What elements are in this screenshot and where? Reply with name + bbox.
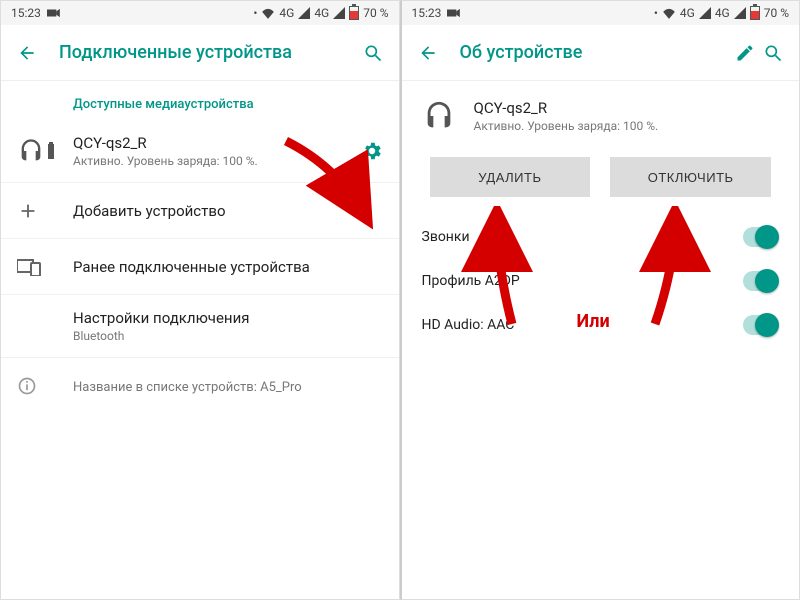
headphones-icon bbox=[17, 137, 45, 165]
signal-icon bbox=[699, 7, 711, 19]
add-device-label: Добавить устройство bbox=[73, 202, 383, 220]
status-4g-1: 4G bbox=[279, 6, 294, 20]
edit-button[interactable] bbox=[731, 39, 759, 67]
signal-icon-2 bbox=[734, 7, 746, 19]
app-bar: Подключенные устройства bbox=[1, 25, 399, 81]
dot-icon: • bbox=[253, 6, 257, 20]
camera-icon bbox=[47, 8, 61, 18]
switch-on-icon[interactable] bbox=[743, 271, 779, 291]
back-button[interactable] bbox=[13, 39, 41, 67]
arrow-back-icon bbox=[418, 43, 438, 63]
search-button[interactable] bbox=[759, 39, 787, 67]
toggle-hd-label: HD Audio: AAC bbox=[422, 317, 744, 333]
status-time: 15:23 bbox=[412, 6, 442, 20]
device-status: Активно. Уровень заряда: 100 %. bbox=[73, 154, 361, 168]
switch-on-icon[interactable] bbox=[743, 227, 779, 247]
devices-icon bbox=[17, 258, 41, 276]
connection-settings-label: Настройки подключения bbox=[73, 309, 383, 327]
headphones-icon bbox=[422, 99, 456, 133]
gear-icon bbox=[361, 140, 383, 162]
toggle-calls-label: Звонки bbox=[422, 229, 744, 245]
wifi-icon bbox=[261, 7, 275, 19]
device-name: QCY-qs2_R bbox=[474, 99, 659, 117]
app-bar: Об устройстве bbox=[402, 25, 800, 81]
previous-devices-row[interactable]: Ранее подключенные устройства bbox=[1, 239, 399, 295]
battery-icon bbox=[750, 6, 760, 20]
plus-icon bbox=[17, 200, 39, 222]
search-button[interactable] bbox=[359, 39, 387, 67]
arrow-back-icon bbox=[17, 43, 37, 63]
battery-icon bbox=[349, 6, 359, 20]
connection-settings-sub: Bluetooth bbox=[73, 329, 383, 343]
status-4g-1: 4G bbox=[680, 6, 695, 20]
signal-icon bbox=[298, 7, 310, 19]
footer-row: Название в списке устройств: A5_Pro bbox=[1, 358, 399, 414]
content-area: QCY-qs2_R Активно. Уровень заряда: 100 %… bbox=[402, 81, 800, 599]
search-icon bbox=[363, 43, 383, 63]
button-row: УДАЛИТЬ ОТКЛЮЧИТЬ bbox=[402, 143, 800, 215]
disconnect-button[interactable]: ОТКЛЮЧИТЬ bbox=[610, 157, 771, 197]
pencil-icon bbox=[735, 43, 755, 63]
camera-icon bbox=[447, 8, 461, 18]
signal-icon-2 bbox=[333, 7, 345, 19]
phone-left: 15:23 • 4G 4G 70 % Подключенные устройст… bbox=[0, 0, 400, 600]
search-icon bbox=[763, 43, 783, 63]
page-title: Об устройстве bbox=[460, 42, 732, 63]
content-area: Доступные медиаустройства QCY-qs2_R Акти… bbox=[1, 81, 399, 599]
status-bar: 15:23 • 4G 4G 70 % bbox=[402, 1, 800, 25]
delete-button[interactable]: УДАЛИТЬ bbox=[430, 157, 591, 197]
footer-text: Название в списке устройств: A5_Pro bbox=[73, 380, 383, 395]
toggle-a2dp[interactable]: Профиль A2DP bbox=[402, 259, 800, 303]
add-device-row[interactable]: Добавить устройство bbox=[1, 183, 399, 239]
section-available-media: Доступные медиаустройства bbox=[1, 81, 399, 120]
dot-icon: • bbox=[654, 6, 658, 20]
status-battery: 70 % bbox=[363, 6, 388, 20]
device-name: QCY-qs2_R bbox=[73, 134, 361, 152]
previous-devices-label: Ранее подключенные устройства bbox=[73, 258, 383, 276]
device-status: Активно. Уровень заряда: 100 %. bbox=[474, 119, 659, 133]
toggle-a2dp-label: Профиль A2DP bbox=[422, 273, 744, 289]
status-battery: 70 % bbox=[764, 6, 789, 20]
toggle-calls[interactable]: Звонки bbox=[402, 215, 800, 259]
status-bar: 15:23 • 4G 4G 70 % bbox=[1, 1, 399, 25]
back-button[interactable] bbox=[414, 39, 442, 67]
battery-full-icon bbox=[47, 142, 55, 160]
page-title: Подключенные устройства bbox=[59, 42, 359, 63]
toggle-hd-audio[interactable]: HD Audio: AAC bbox=[402, 303, 800, 347]
phone-right: 15:23 • 4G 4G 70 % Об устройстве bbox=[400, 0, 800, 600]
info-icon bbox=[17, 376, 37, 396]
status-4g-2: 4G bbox=[715, 6, 730, 20]
wifi-icon bbox=[662, 7, 676, 19]
device-header: QCY-qs2_R Активно. Уровень заряда: 100 %… bbox=[402, 81, 800, 143]
switch-on-icon[interactable] bbox=[743, 315, 779, 335]
status-4g-2: 4G bbox=[314, 6, 329, 20]
status-time: 15:23 bbox=[11, 6, 41, 20]
device-settings-button[interactable] bbox=[361, 140, 383, 162]
connection-settings-row[interactable]: Настройки подключения Bluetooth bbox=[1, 295, 399, 358]
device-row[interactable]: QCY-qs2_R Активно. Уровень заряда: 100 %… bbox=[1, 120, 399, 183]
